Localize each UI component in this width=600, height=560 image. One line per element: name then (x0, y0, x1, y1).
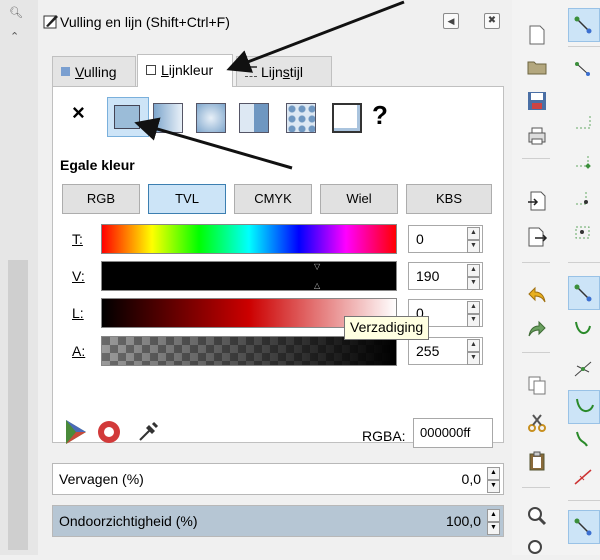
arrow-to-stroke-tab (226, 0, 405, 73)
annotation-arrows (134, 0, 405, 170)
arrow-to-flat-color (134, 117, 293, 170)
